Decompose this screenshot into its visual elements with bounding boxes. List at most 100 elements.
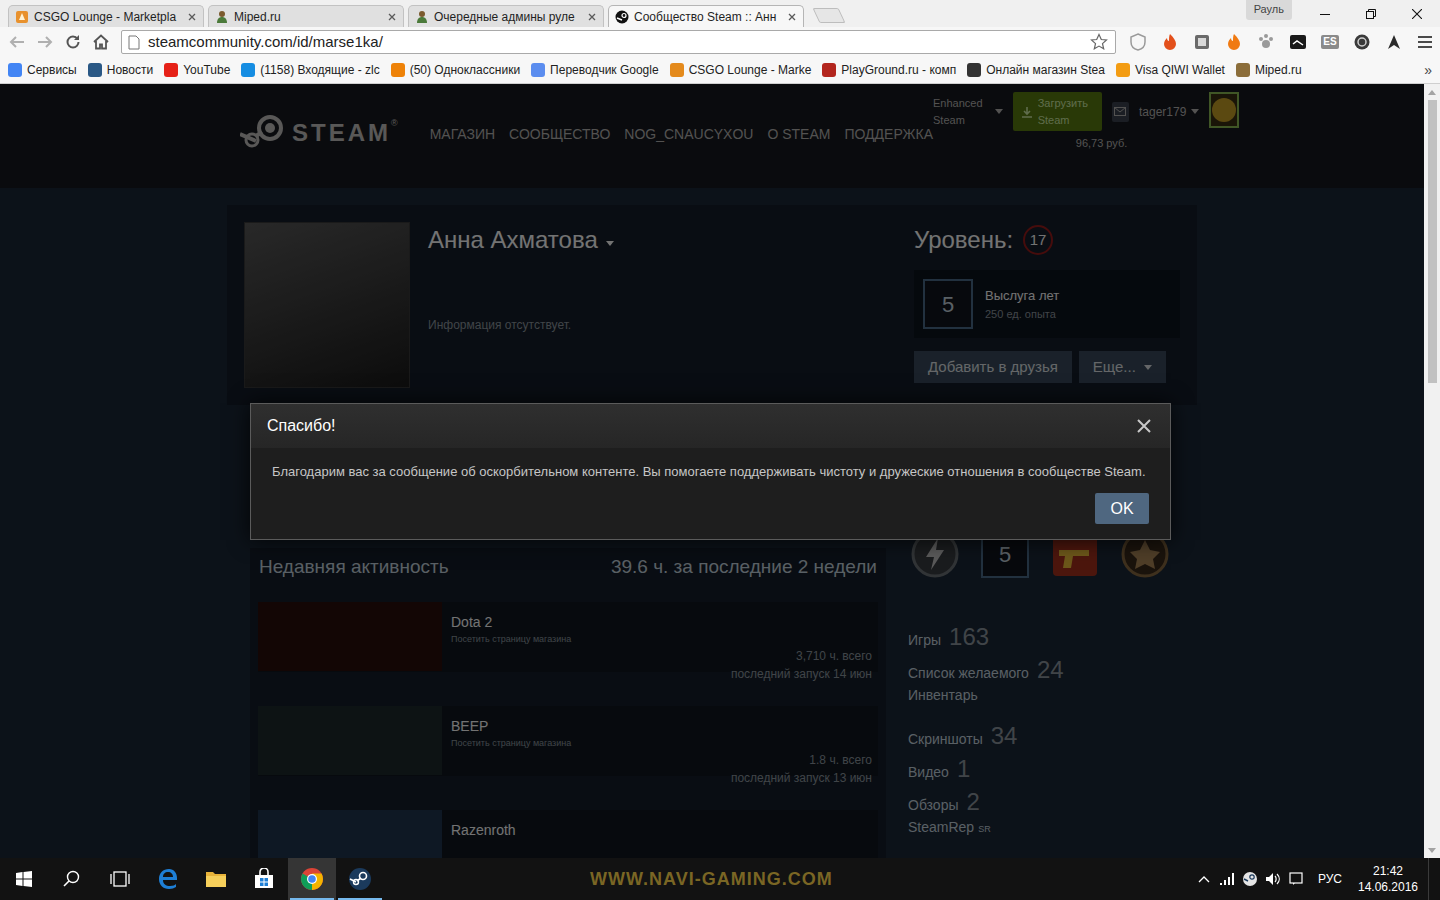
- network-icon[interactable]: [1216, 858, 1239, 900]
- edge-taskbar-button[interactable]: [144, 858, 192, 900]
- lounge-favicon-icon: [15, 10, 29, 24]
- close-tab-icon[interactable]: [187, 12, 197, 22]
- bookmark[interactable]: Miped.ru: [1236, 61, 1302, 79]
- toolbar: steamcommunity.com/id/marse1ka/ES: [0, 27, 1440, 57]
- round-extension-icon[interactable]: [1346, 28, 1378, 56]
- tab-list: CSGO Lounge - Marketpla Miped.ru Очередные…: [0, 0, 842, 27]
- explorer-taskbar-button[interactable]: [192, 858, 240, 900]
- store-icon: [253, 868, 275, 890]
- miped-favicon-icon: [415, 10, 429, 24]
- close-tab-icon[interactable]: [387, 12, 397, 22]
- home-icon[interactable]: [87, 28, 115, 56]
- ok-button[interactable]: OK: [1095, 493, 1149, 524]
- bookmark[interactable]: YouTube: [164, 61, 230, 79]
- scroll-thumb[interactable]: [1428, 100, 1437, 383]
- show-desktop[interactable]: [1428, 858, 1440, 900]
- store-taskbar-button[interactable]: [240, 858, 288, 900]
- input-language[interactable]: РУС: [1308, 870, 1352, 888]
- profile-button[interactable]: Рауль: [1246, 0, 1292, 20]
- dialog-title: Спасибо!: [267, 414, 336, 438]
- bookmark-favicon: [822, 63, 836, 77]
- taskview-icon: [110, 871, 130, 887]
- wallpaper-watermark: WWW.NAVI-GAMING.COM: [590, 866, 833, 893]
- bookmark-label: Новости: [107, 61, 153, 79]
- paw-icon[interactable]: [1250, 28, 1282, 56]
- bookmark-label: Miped.ru: [1255, 61, 1302, 79]
- title-controls: Рауль: [1246, 0, 1440, 27]
- address-bar[interactable]: steamcommunity.com/id/marse1ka/: [121, 30, 1116, 54]
- tab-title: Miped.ru: [234, 8, 382, 26]
- shield-icon[interactable]: [1122, 28, 1154, 56]
- bookmark-favicon: [967, 63, 981, 77]
- chrome-taskbar-button[interactable]: [288, 858, 336, 900]
- volume-icon[interactable]: [1262, 858, 1285, 900]
- back-icon[interactable]: [3, 28, 31, 56]
- bookmark[interactable]: Переводчик Google: [531, 61, 659, 79]
- scrollbar: [1424, 84, 1440, 858]
- steam-taskbar-button[interactable]: [336, 858, 384, 900]
- search-icon: [63, 870, 81, 888]
- close-window-icon[interactable]: [1394, 0, 1440, 27]
- minimize-icon[interactable]: [1302, 0, 1348, 27]
- flame-icon[interactable]: [1154, 28, 1186, 56]
- bookmark-label: CSGO Lounge - Marke: [689, 61, 812, 79]
- explorer-icon: [205, 869, 227, 889]
- close-tab-icon[interactable]: [787, 12, 797, 22]
- bookmark[interactable]: Онлайн магазин Stea: [967, 61, 1105, 79]
- bookmark[interactable]: Новости: [88, 61, 153, 79]
- dialog-message: Благодарим вас за сообщение об оскорбите…: [272, 463, 1149, 480]
- dialog-buttons: OK: [272, 493, 1149, 524]
- show-hidden-icon[interactable]: [1193, 858, 1216, 900]
- page-icon: [128, 34, 142, 50]
- bookmark[interactable]: PlayGround.ru - комп: [822, 61, 956, 79]
- search-taskbar-button[interactable]: [48, 858, 96, 900]
- clock[interactable]: 21:4214.06.2016: [1352, 863, 1424, 895]
- url-text[interactable]: steamcommunity.com/id/marse1ka/: [148, 31, 1083, 54]
- bookmark[interactable]: (1158) Входящие - zlc: [241, 61, 379, 79]
- es-extension[interactable]: ES: [1314, 28, 1346, 56]
- close-icon[interactable]: [1134, 416, 1154, 436]
- taskview-taskbar-button[interactable]: [96, 858, 144, 900]
- es-badge: ES: [1321, 35, 1338, 49]
- bookmark-label: Переводчик Google: [550, 61, 659, 79]
- bookmark-favicon: [1236, 63, 1250, 77]
- bookmark-label: YouTube: [183, 61, 230, 79]
- bookmark-label: Сервисы: [27, 61, 77, 79]
- clock-date: 14.06.2016: [1358, 879, 1418, 895]
- browser-tab[interactable]: Сообщество Steam :: Анн: [608, 5, 804, 27]
- extensions: ES: [1122, 28, 1440, 56]
- reload-icon[interactable]: [59, 28, 87, 56]
- chrome-icon: [300, 867, 324, 891]
- bookmark[interactable]: (50) Одноклассники: [391, 61, 520, 79]
- tab-strip: CSGO Lounge - Marketpla Miped.ru Очередные…: [0, 0, 1440, 27]
- bookmark[interactable]: Visa QIWI Wallet: [1116, 61, 1225, 79]
- dark-extension-icon[interactable]: [1282, 28, 1314, 56]
- taskbar-buttons: [0, 858, 384, 900]
- more-bookmarks[interactable]: »: [1424, 60, 1432, 81]
- fire-icon[interactable]: [1218, 28, 1250, 56]
- forward-icon[interactable]: [31, 28, 59, 56]
- bookmark-star-icon[interactable]: [1089, 32, 1109, 52]
- scroll-down-icon[interactable]: [1428, 842, 1436, 858]
- bookmark[interactable]: Сервисы: [8, 61, 77, 79]
- close-tab-icon[interactable]: [587, 12, 597, 22]
- menu-icon[interactable]: [1410, 28, 1440, 56]
- bookmark-favicon: [88, 63, 102, 77]
- start-taskbar-button[interactable]: [0, 858, 48, 900]
- arrow-extension-icon[interactable]: [1378, 28, 1410, 56]
- dialog-body: Благодарим вас за сообщение об оскорбите…: [251, 448, 1170, 539]
- tab-title: Очередные админы руле: [434, 8, 582, 26]
- browser-tab[interactable]: Очередные админы руле: [408, 5, 604, 27]
- bookmark[interactable]: CSGO Lounge - Marke: [670, 61, 812, 79]
- bookmark-label: Visa QIWI Wallet: [1135, 61, 1225, 79]
- steam-tray-icon[interactable]: [1239, 858, 1262, 900]
- restore-icon[interactable]: [1348, 0, 1394, 27]
- browser-tab[interactable]: CSGO Lounge - Marketpla: [8, 5, 204, 27]
- browser-tab[interactable]: Miped.ru: [208, 5, 404, 27]
- message-icon[interactable]: [1285, 858, 1308, 900]
- bookmark-favicon: [241, 63, 255, 77]
- scroll-up-icon[interactable]: [1428, 84, 1436, 100]
- new-tab-button[interactable]: [813, 8, 846, 23]
- box-icon[interactable]: [1186, 28, 1218, 56]
- page-viewport: STEAM®МАГАЗИНСООБЩЕСТВОNOG_CNAUCYXOUО ST…: [0, 84, 1440, 858]
